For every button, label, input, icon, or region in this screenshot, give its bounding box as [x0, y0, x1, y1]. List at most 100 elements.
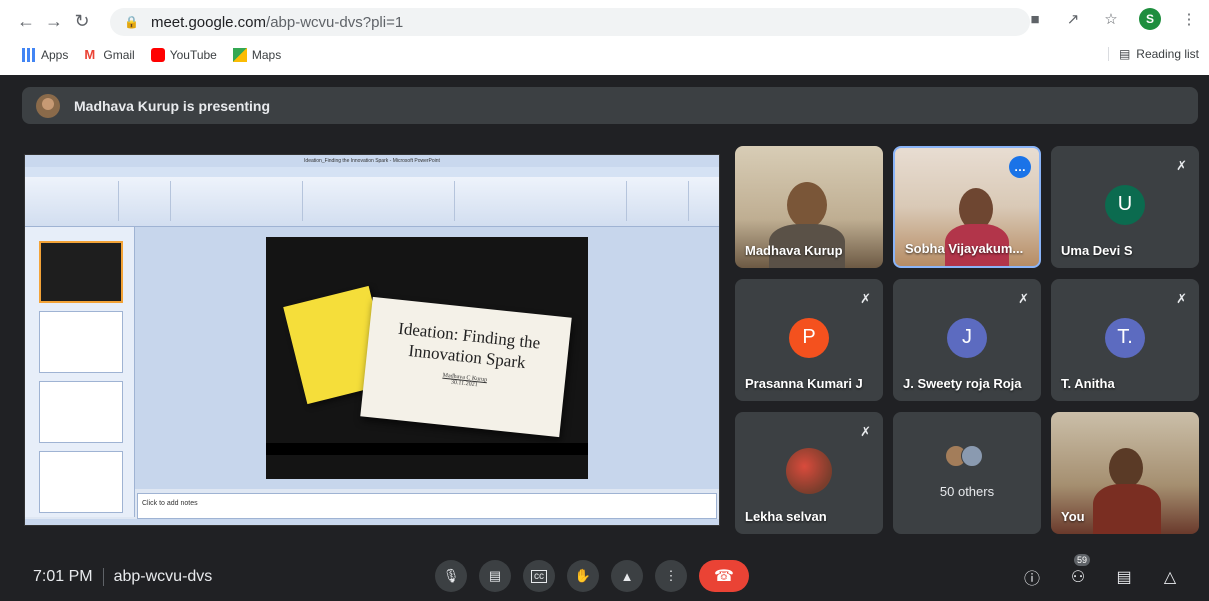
- others-avatars-icon: [945, 444, 983, 467]
- self-video: [1109, 448, 1143, 488]
- toolbar-right: ■ ↗ ☆ S ⋮: [1025, 8, 1199, 30]
- ribbon-group: [629, 181, 689, 221]
- bookmark-youtube[interactable]: YouTube: [150, 48, 217, 62]
- ribbon-group: [305, 181, 455, 221]
- participant-tile-prasanna[interactable]: ✗ P Prasanna Kumari J: [735, 279, 883, 401]
- apps-icon: [22, 48, 36, 62]
- back-button[interactable]: ←: [12, 7, 40, 35]
- call-controls: 🎙 ▤ cc ✋ ▲ ⋮ ☎: [435, 560, 749, 592]
- presenter-avatar: [36, 93, 60, 118]
- activities-button[interactable]: △: [1159, 566, 1181, 588]
- reload-button[interactable]: ↻: [68, 7, 96, 35]
- participant-name: Lekha selvan: [745, 509, 827, 524]
- chat-icon: ▤: [1116, 569, 1132, 586]
- meeting-code: abp-wcvu-dvs: [113, 568, 213, 585]
- url-text: meet.google.com/abp-wcvu-dvs?pli=1: [151, 14, 403, 31]
- bookmark-label: YouTube: [169, 48, 217, 62]
- microphone-icon: 🎙: [442, 568, 460, 583]
- ribbon-group: [457, 181, 627, 221]
- bookmark-label: Apps: [41, 48, 69, 62]
- camera-icon[interactable]: ■: [1025, 9, 1045, 29]
- participant-tile-sobha[interactable]: … Sobha Vijayakum...: [893, 146, 1041, 268]
- meeting-info: 7:01 PM abp-wcvu-dvs: [33, 568, 212, 586]
- menu-kebab-icon[interactable]: ⋮: [1179, 9, 1199, 29]
- self-video: [1093, 484, 1161, 534]
- participant-name: T. Anitha: [1061, 376, 1115, 391]
- address-bar[interactable]: 🔒 meet.google.com/abp-wcvu-dvs?pli=1: [110, 8, 1030, 36]
- info-icon: ⓘ: [1023, 571, 1040, 588]
- gmail-icon: M: [84, 47, 96, 62]
- presenting-text: Madhava Kurup is presenting: [74, 97, 271, 114]
- shared-screen[interactable]: Ideation_Finding the Innovation Spark - …: [24, 154, 720, 526]
- participant-tile-lekha[interactable]: ✗ Lekha selvan: [735, 412, 883, 534]
- participant-name: Prasanna Kumari J: [745, 376, 863, 391]
- participant-tile-sweety[interactable]: ✗ J J. Sweety roja Roja: [893, 279, 1041, 401]
- hang-up-icon: ☎: [714, 568, 734, 585]
- participant-name: You: [1061, 509, 1085, 524]
- participant-tile-madhava[interactable]: Madhava Kurup: [735, 146, 883, 268]
- bookmarks-bar: Apps M Gmail YouTube Maps: [0, 42, 1209, 68]
- captions-button[interactable]: cc: [523, 560, 555, 592]
- url-path: /abp-wcvu-dvs?pli=1: [266, 13, 404, 31]
- bookmark-gmail[interactable]: M Gmail: [84, 47, 134, 63]
- bookmark-label: Maps: [251, 48, 282, 62]
- leave-call-button[interactable]: ☎: [699, 560, 749, 592]
- ribbon-group: [29, 181, 119, 221]
- microphone-button[interactable]: 🎙: [435, 560, 467, 592]
- chat-button[interactable]: ▤: [1113, 566, 1135, 588]
- people-button[interactable]: 59 ⚇: [1067, 554, 1091, 588]
- reading-list-label: Reading list: [1136, 47, 1199, 61]
- mic-off-icon: ✗: [860, 291, 871, 306]
- slide-thumbnail: [39, 311, 123, 373]
- slide-thumbnail: [39, 451, 123, 513]
- profile-avatar[interactable]: S: [1139, 8, 1161, 30]
- participant-avatar: P: [789, 317, 829, 358]
- others-tile[interactable]: 50 others: [893, 412, 1041, 534]
- participant-name: Uma Devi S: [1061, 243, 1133, 258]
- more-options-button[interactable]: ⋮: [655, 560, 687, 592]
- meeting-details-button[interactable]: ⓘ: [1021, 566, 1043, 588]
- reading-list-button[interactable]: ▤ Reading list: [1107, 47, 1199, 61]
- url-row: ← → ↻ 🔒 meet.google.com/abp-wcvu-dvs?pli…: [0, 0, 1209, 42]
- slides-panel: [25, 227, 135, 517]
- mic-off-icon: ✗: [1176, 158, 1187, 173]
- slide-bar: [266, 443, 588, 455]
- notes-pane: Click to add notes: [137, 493, 717, 519]
- bookmark-apps[interactable]: Apps: [22, 48, 68, 62]
- mic-off-icon: ✗: [1018, 291, 1029, 306]
- self-view-tile[interactable]: You: [1051, 412, 1199, 534]
- participant-tile-anitha[interactable]: ✗ T. T. Anitha: [1051, 279, 1199, 401]
- others-label: 50 others: [939, 484, 995, 499]
- side-controls: ⓘ 59 ⚇ ▤ △: [1021, 554, 1181, 588]
- clock-time: 7:01 PM: [33, 568, 93, 585]
- camera-button[interactable]: ▤: [479, 560, 511, 592]
- meet-control-bar: 7:01 PM abp-wcvu-dvs 🎙 ▤ cc ✋ ▲ ⋮ ☎ ⓘ 59…: [0, 552, 1209, 601]
- url-host: meet.google.com: [150, 13, 267, 31]
- participants-count-badge: 59: [1074, 554, 1091, 566]
- captions-icon: cc: [531, 569, 547, 583]
- participant-photo: [786, 447, 832, 494]
- more-options-icon[interactable]: …: [1009, 156, 1031, 178]
- divider: [102, 568, 104, 586]
- slide-thumbnail: [39, 241, 123, 303]
- browser-chrome: ← → ↻ 🔒 meet.google.com/abp-wcvu-dvs?pli…: [0, 0, 1209, 75]
- forward-button[interactable]: →: [40, 7, 68, 35]
- lock-icon: 🔒: [124, 15, 139, 29]
- raise-hand-button[interactable]: ✋: [567, 560, 599, 592]
- activities-icon: △: [1163, 569, 1177, 586]
- current-slide: Ideation: Finding the Innovation Spark M…: [266, 237, 588, 479]
- star-icon[interactable]: ☆: [1101, 9, 1121, 29]
- share-icon[interactable]: ↗: [1063, 9, 1083, 29]
- mic-off-icon: ✗: [860, 424, 871, 439]
- people-icon: ⚇: [1070, 569, 1086, 586]
- slide-thumbnail: [39, 381, 123, 443]
- present-button[interactable]: ▲: [611, 560, 643, 592]
- bookmark-maps[interactable]: Maps: [232, 48, 282, 62]
- participant-name: J. Sweety roja Roja: [903, 376, 1022, 391]
- slide-title-card: Ideation: Finding the Innovation Spark M…: [360, 296, 572, 438]
- participant-avatar: J: [947, 317, 987, 358]
- participant-name: Madhava Kurup: [745, 243, 843, 258]
- presenting-banner: Madhava Kurup is presenting: [22, 87, 1198, 124]
- video-camera-icon: ▤: [488, 568, 502, 583]
- participant-tile-uma[interactable]: ✗ U Uma Devi S: [1051, 146, 1199, 268]
